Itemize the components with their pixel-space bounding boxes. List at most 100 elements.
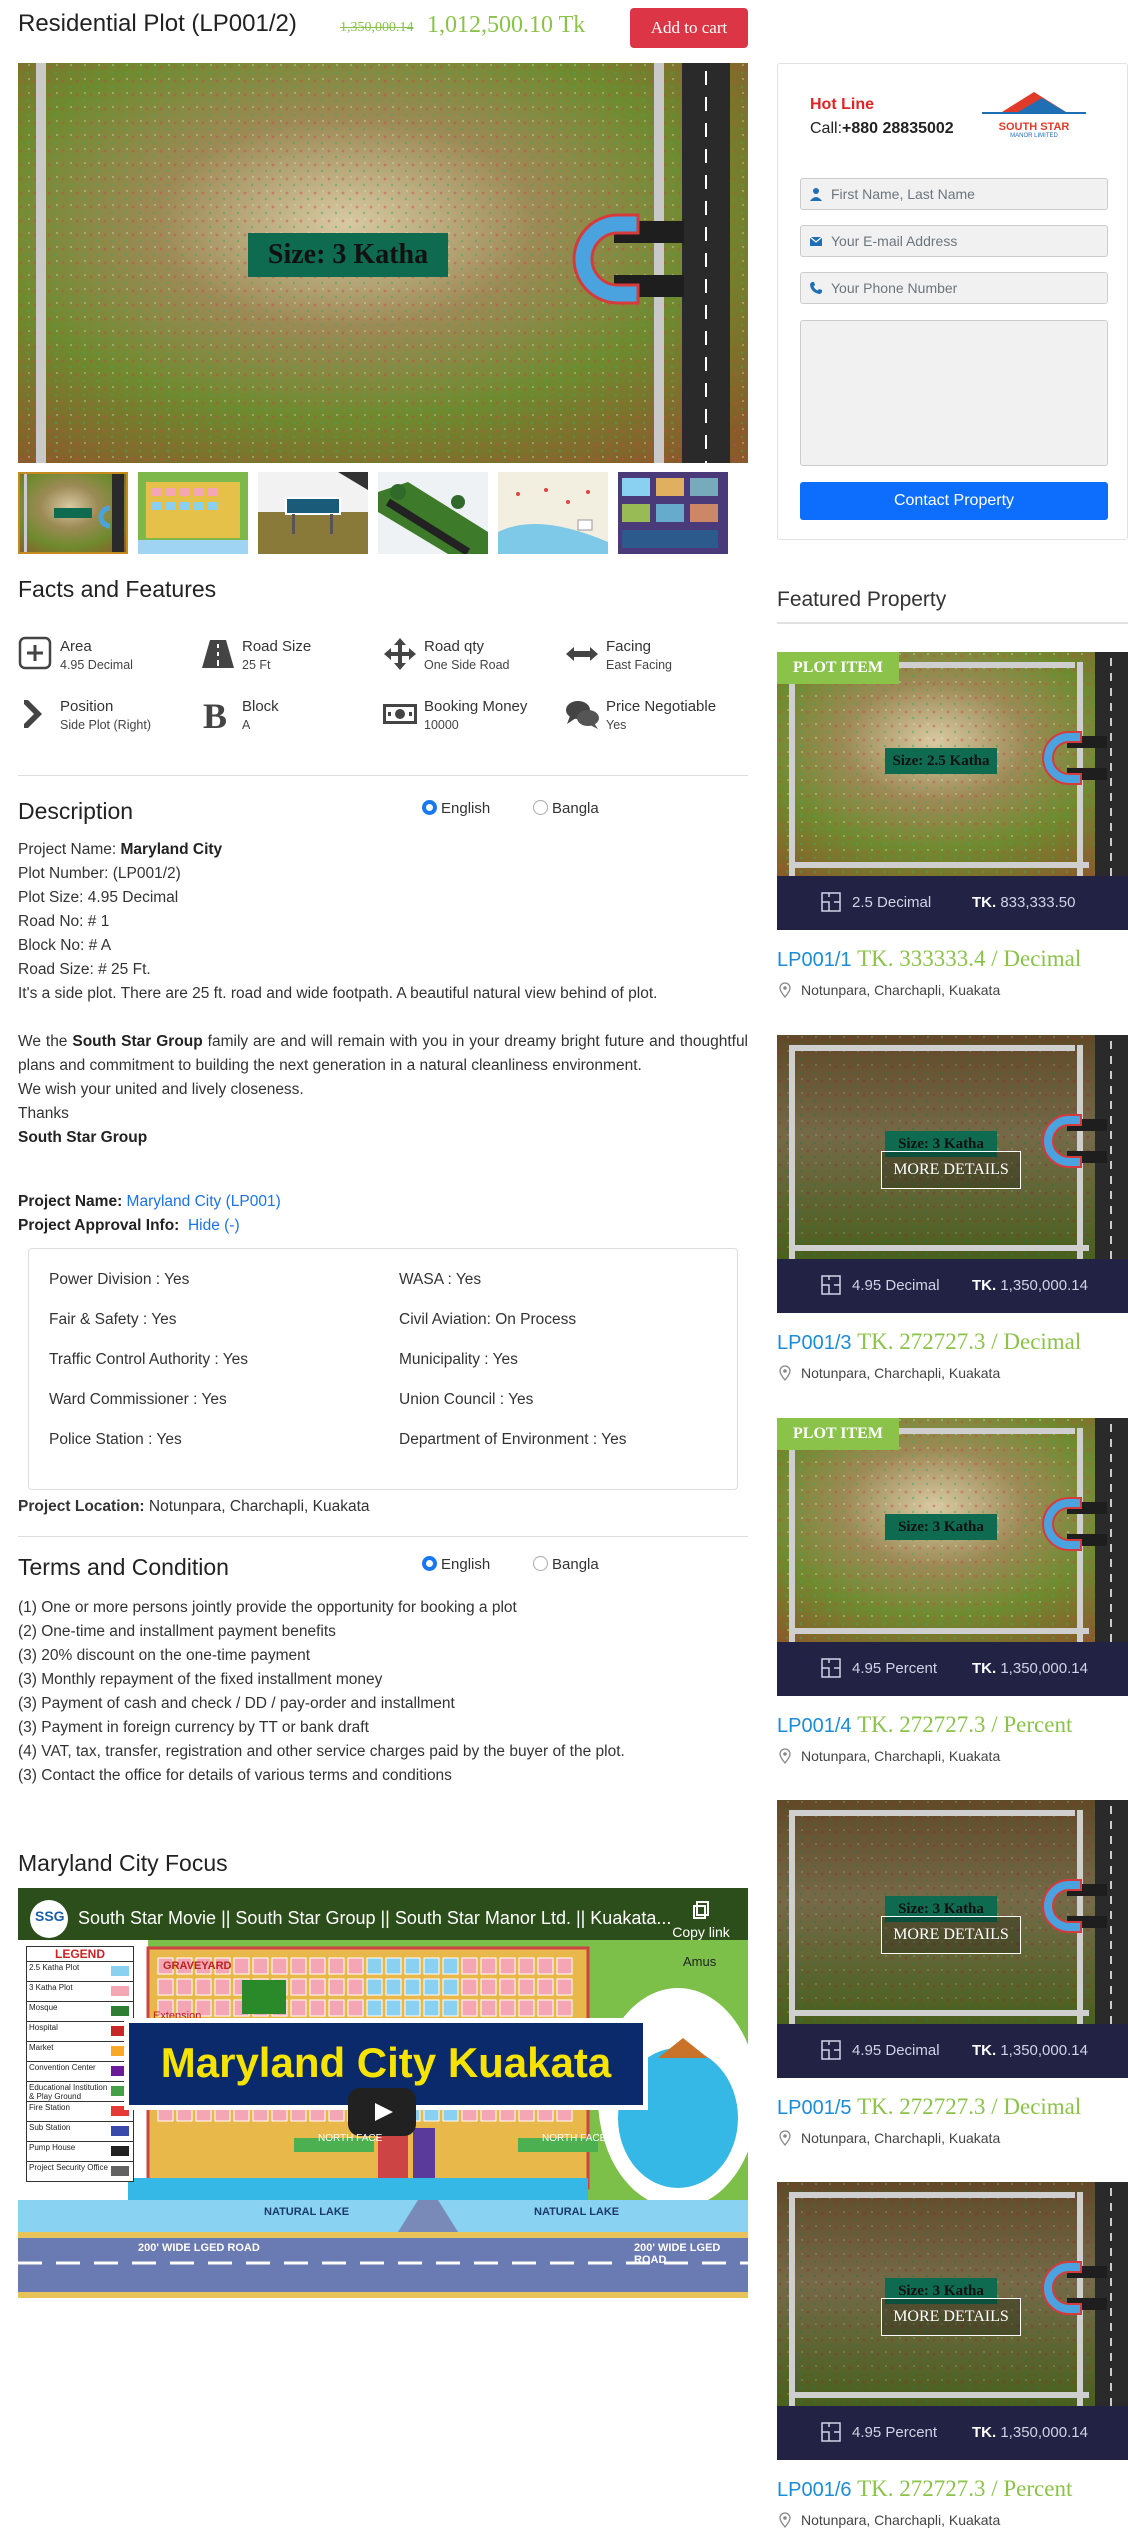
- map-legend: LEGEND 2.5 Katha Plot 3 Katha Plot Mosque H…: [26, 1946, 134, 2182]
- phone-input[interactable]: [831, 278, 1101, 298]
- legend-item: Educational Institution & Play Ground: [26, 2082, 134, 2102]
- card-total-price: TK. 833,333.50: [972, 894, 1076, 911]
- featured-card-image[interactable]: Size: 3 Katha MORE DETAILS: [777, 1035, 1128, 1259]
- lake-label: NATURAL LAKE: [264, 2206, 350, 2218]
- legend-swatch: [111, 1966, 129, 1976]
- featured-card[interactable]: Size: 2.5 Katha PLOT ITEM 2.5 Decimal TK…: [777, 652, 1128, 998]
- approval-item: Power Division : Yes: [49, 1271, 190, 1288]
- video-player[interactable]: SSG South Star Movie || South Star Group…: [18, 1888, 748, 2298]
- featured-card-image[interactable]: Size: 3 Katha MORE DETAILS: [777, 1800, 1128, 2024]
- featured-card-image[interactable]: Size: 2.5 Katha PLOT ITEM: [777, 652, 1128, 876]
- card-size: 2.5 Decimal: [852, 894, 932, 911]
- channel-logo: SSG: [30, 1900, 68, 1938]
- letter-b-icon: B: [203, 696, 227, 732]
- featured-card-image[interactable]: Size: 3 Katha MORE DETAILS: [777, 2182, 1128, 2406]
- featured-card-bar: 4.95 Decimal TK. 1,350,000.14: [777, 1259, 1128, 1313]
- divider: [18, 1536, 748, 1537]
- approval-toggle[interactable]: Hide (-): [188, 1217, 240, 1234]
- description-lang-bangla[interactable]: Bangla: [533, 800, 599, 817]
- video-title[interactable]: South Star Movie || South Star Group || …: [78, 1908, 678, 1929]
- card-code-price[interactable]: LP001/3 TK. 272727.3 / Decimal: [777, 1329, 1081, 1355]
- legend-swatch: [111, 2166, 129, 2176]
- featured-card[interactable]: Size: 3 Katha MORE DETAILS 4.95 Decimal …: [777, 1800, 1128, 2146]
- more-details-button[interactable]: MORE DETAILS: [881, 2298, 1021, 2336]
- add-to-cart-button[interactable]: Add to cart: [630, 8, 748, 48]
- email-field[interactable]: [800, 225, 1108, 257]
- message-textarea[interactable]: [800, 320, 1108, 466]
- road-label: 200' WIDE LGED ROAD: [634, 2242, 721, 2266]
- facts-grid: Area 4.95 Decimal Road Size 25 Ft Road q…: [18, 632, 748, 742]
- phone-field[interactable]: [800, 272, 1108, 304]
- legend-item: Convention Center: [26, 2062, 134, 2082]
- project-location: Project Location: Notunpara, Charchapli,…: [18, 1498, 370, 1515]
- thumbnail-6[interactable]: [618, 472, 728, 554]
- featured-card-bar: 4.95 Percent TK. 1,350,000.14: [777, 1642, 1128, 1696]
- approval-item: Ward Commissioner : Yes: [49, 1391, 227, 1408]
- approval-item: Department of Environment : Yes: [399, 1431, 627, 1448]
- featured-card[interactable]: Size: 3 Katha PLOT ITEM 4.95 Percent TK.…: [777, 1418, 1128, 1764]
- email-input[interactable]: [831, 231, 1101, 251]
- plot-item-badge: PLOT ITEM: [777, 1418, 899, 1450]
- title-row: Residential Plot (LP001/2) 1,350,000.14 …: [18, 8, 748, 50]
- featured-card[interactable]: Size: 3 Katha MORE DETAILS 4.95 Decimal …: [777, 1035, 1128, 1381]
- signature: South Star Group: [18, 1129, 148, 1146]
- legend-swatch: [111, 2006, 129, 2016]
- fact-block: B Block A: [200, 692, 380, 736]
- floor-plan-icon: [821, 1658, 841, 1678]
- thumbnail-3[interactable]: [258, 472, 368, 554]
- radio-selected-icon[interactable]: [422, 800, 437, 815]
- featured-card[interactable]: Size: 3 Katha MORE DETAILS 4.95 Percent …: [777, 2182, 1128, 2528]
- card-code-price[interactable]: LP001/1 TK. 333333.4 / Decimal: [777, 946, 1081, 972]
- arrows-cross-icon: [384, 638, 416, 670]
- card-total-price: TK. 1,350,000.14: [972, 1277, 1088, 1294]
- card-size: 4.95 Percent: [852, 2424, 938, 2441]
- card-code-price[interactable]: LP001/4 TK. 272727.3 / Percent: [777, 1712, 1072, 1738]
- card-code-price[interactable]: LP001/6 TK. 272727.3 / Percent: [777, 2476, 1072, 2502]
- terms-lang-english[interactable]: English: [422, 1556, 490, 1573]
- description-lang-english[interactable]: English: [422, 800, 490, 817]
- map-pin-icon: [779, 1365, 791, 1381]
- terms-item: (3) 20% discount on the one-time payment: [18, 1647, 311, 1664]
- more-details-button[interactable]: MORE DETAILS: [881, 1151, 1021, 1189]
- name-field[interactable]: [800, 178, 1108, 210]
- main-property-image[interactable]: Size: 3 Katha: [18, 63, 748, 463]
- project-link[interactable]: Maryland City (LP001): [127, 1193, 281, 1210]
- play-button[interactable]: [348, 2088, 416, 2136]
- logo-icon: [982, 92, 1086, 114]
- radio-selected-icon[interactable]: [422, 1556, 437, 1571]
- hotline-label: Hot Line: [810, 96, 874, 113]
- approval-item: Union Council : Yes: [399, 1391, 534, 1408]
- approval-item: Police Station : Yes: [49, 1431, 182, 1448]
- featured-title: Featured Property: [777, 588, 947, 611]
- card-code-price[interactable]: LP001/5 TK. 272727.3 / Decimal: [777, 2094, 1081, 2120]
- copy-link-button[interactable]: Copy link: [666, 1900, 736, 1940]
- more-details-button[interactable]: MORE DETAILS: [881, 1916, 1021, 1954]
- fact-facing: Facing East Facing: [564, 632, 744, 676]
- featured-underline: [777, 622, 1128, 624]
- facts-title: Facts and Features: [18, 576, 217, 602]
- side-note: It's a side plot. There are 25 ft. road …: [18, 985, 658, 1002]
- featured-card-bar: 4.95 Decimal TK. 1,350,000.14: [777, 2024, 1128, 2078]
- thumbnail-4[interactable]: [378, 472, 488, 554]
- terms-lang-bangla[interactable]: Bangla: [533, 1556, 599, 1573]
- thumbnail-1[interactable]: [18, 472, 128, 554]
- card-total-price: TK. 1,350,000.14: [972, 2042, 1088, 2059]
- thumbnail-5[interactable]: [498, 472, 608, 554]
- current-price: 1,012,500.10 Tk: [427, 12, 586, 38]
- contact-form: Hot Line Call:+880 28835002 SOUTH STAR M…: [777, 63, 1128, 540]
- graveyard-label: GRAVEYARD: [163, 1960, 232, 1972]
- description-body: Project Name: Maryland City Plot Number:…: [18, 838, 748, 1238]
- thumbnail-2[interactable]: [138, 472, 248, 554]
- radio-empty-icon[interactable]: [533, 1556, 548, 1571]
- terms-item: (3) Payment in foreign currency by TT or…: [18, 1719, 369, 1736]
- road-no: Road No: # 1: [18, 913, 110, 930]
- map-pin-icon: [779, 2130, 791, 2146]
- thumbnail-strip: [18, 472, 748, 554]
- name-input[interactable]: [831, 184, 1101, 204]
- project-name-line: Project Name: Maryland City: [18, 841, 223, 858]
- fact-price-negotiable: Price Negotiable Yes: [564, 692, 744, 736]
- approval-line: Project Approval Info: Hide (-): [18, 1217, 240, 1234]
- featured-card-image[interactable]: Size: 3 Katha PLOT ITEM: [777, 1418, 1128, 1642]
- contact-property-button[interactable]: Contact Property: [800, 482, 1108, 520]
- radio-empty-icon[interactable]: [533, 800, 548, 815]
